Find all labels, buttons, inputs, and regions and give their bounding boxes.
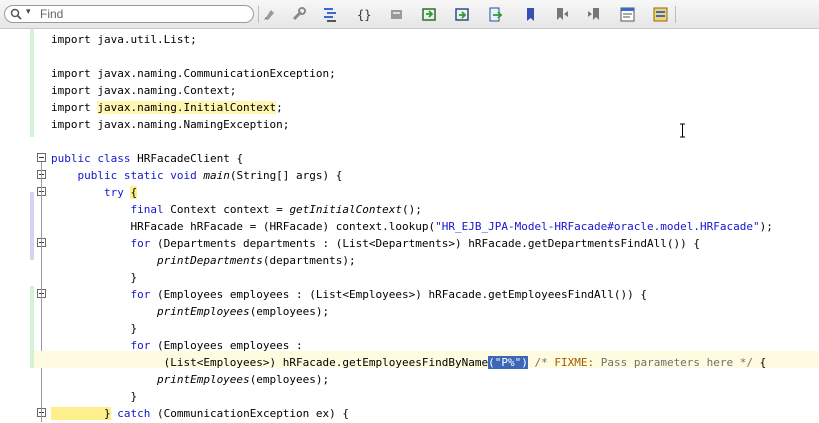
shift-left-icon[interactable] <box>387 5 406 24</box>
code-line: printEmployees(employees); <box>51 373 330 386</box>
chevron-down-icon[interactable]: ▾ <box>26 7 31 17</box>
code-line: } <box>51 271 138 284</box>
text-cursor-icon <box>680 123 685 138</box>
search-icon <box>10 8 22 20</box>
code-line: public class HRFacadeClient { <box>51 152 244 165</box>
toggle-bookmark-icon[interactable] <box>260 5 279 24</box>
fold-toggle[interactable] <box>37 153 46 162</box>
prev-bookmark-icon[interactable] <box>552 5 571 24</box>
change-marker <box>30 192 34 260</box>
braces-icon[interactable]: {} <box>355 5 374 24</box>
code-editor[interactable]: import java.util.List; import javax.nami… <box>0 29 819 423</box>
code-line: for (Employees employees : (List<Employe… <box>51 288 648 301</box>
code-line: } <box>51 322 138 335</box>
find-field[interactable]: ▾ Find <box>4 5 254 23</box>
fold-guide <box>41 162 42 422</box>
wrench-icon[interactable] <box>289 5 308 24</box>
code-line: } <box>51 390 138 403</box>
code-line: for (Departments departments : (List<Dep… <box>51 237 701 250</box>
code-line: } catch (CommunicationException ex) { <box>51 407 350 420</box>
code-line: printDepartments(departments); <box>51 254 356 267</box>
code-line: import javax.naming.NamingException; <box>51 118 290 131</box>
brace-match: { <box>130 186 138 199</box>
paste-icon[interactable] <box>453 5 472 24</box>
code-line: import javax.naming.InitialContext; <box>51 101 283 114</box>
code-line: import javax.naming.Context; <box>51 84 237 97</box>
code-line: import java.util.List; <box>51 33 197 46</box>
code-line: HRFacade hRFacade = (HRFacade) context.l… <box>51 220 773 233</box>
format-icon[interactable] <box>321 5 340 24</box>
copy-icon[interactable] <box>420 5 439 24</box>
code-line: printEmployees(employees); <box>51 305 330 318</box>
occurrence-highlight: javax.naming.InitialContext <box>97 101 277 114</box>
settings-icon[interactable] <box>651 5 670 24</box>
svg-text:{}: {} <box>357 8 371 22</box>
selected-text: "P%" <box>494 356 522 369</box>
line-gutter <box>0 29 30 423</box>
code-line: import javax.naming.CommunicationExcepti… <box>51 67 336 80</box>
change-marker <box>30 29 34 137</box>
next-bookmark-icon[interactable] <box>585 5 604 24</box>
find-placeholder: Find <box>40 7 64 21</box>
brace-match: } <box>51 407 111 420</box>
fixme-tag: FIXME: <box>554 356 595 369</box>
editor-toolbar: ▾ Find {} <box>0 0 819 29</box>
bookmark-icon[interactable] <box>521 5 540 24</box>
comment-icon[interactable] <box>618 5 637 24</box>
code-line: public static void main(String[] args) { <box>51 169 343 182</box>
toolbar-separator <box>675 6 676 23</box>
code-line: for (Employees employees : <box>51 339 303 352</box>
code-line-current: (List<Employees>) hRFacade.getEmployeesF… <box>51 356 767 369</box>
code-line: try { <box>51 186 138 199</box>
toolbar-separator <box>258 6 259 23</box>
export-icon[interactable] <box>486 5 505 24</box>
code-line: final Context context = getInitialContex… <box>51 203 422 216</box>
